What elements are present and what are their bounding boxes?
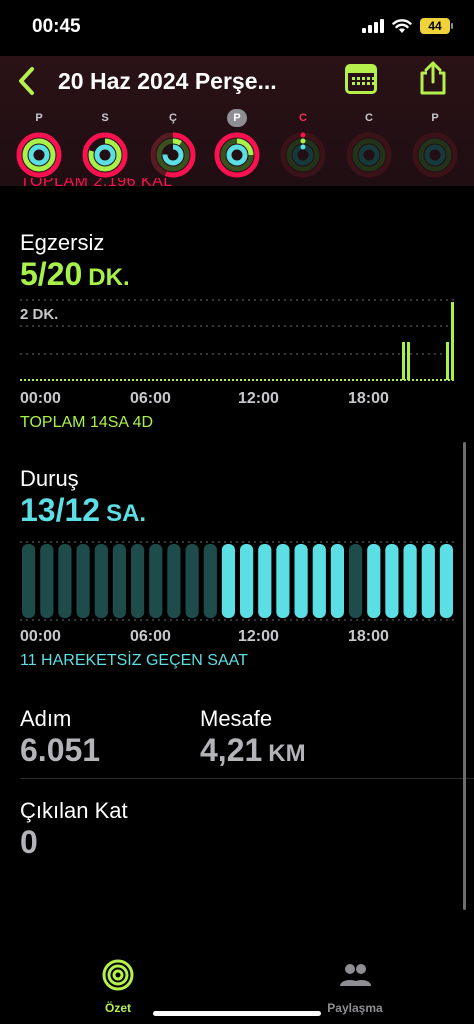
week-selector: P S Ç P C C P <box>0 108 474 186</box>
distance-value: 4,21 KM <box>200 732 306 768</box>
stand-hour-bar <box>276 544 290 618</box>
stand-note: 11 HAREKETSİZ GEÇEN SAAT <box>20 652 248 669</box>
floors-value: 0 <box>20 824 38 860</box>
floors-label: Çıkılan Kat <box>20 798 128 823</box>
activity-rings-icon <box>214 132 260 178</box>
day-2[interactable]: Ç <box>148 108 198 184</box>
activity-rings-icon <box>82 132 128 178</box>
exercise-axis: 00:00 06:00 12:00 18:00 <box>20 390 389 407</box>
activity-rings-icon <box>150 132 196 178</box>
activity-rings-icon <box>16 132 62 178</box>
activity-rings-icon <box>346 132 392 178</box>
exercise-bar <box>451 302 454 380</box>
stand-hour-bar <box>203 544 217 618</box>
day-6[interactable]: P <box>410 108 460 184</box>
home-indicator <box>153 1011 321 1016</box>
people-icon <box>340 964 371 986</box>
stand-label: Duruş <box>20 466 79 491</box>
stand-hour-bar <box>185 544 199 618</box>
stand-hour-bar <box>330 544 344 618</box>
stand-hour-bar <box>294 544 308 618</box>
stand-hour-bar <box>349 544 363 618</box>
day-3-today[interactable]: P <box>212 108 262 184</box>
status-bar: 00:45 44 <box>0 0 474 56</box>
share-icon <box>420 61 446 95</box>
stand-hour-bar <box>258 544 272 618</box>
exercise-bar <box>446 342 449 380</box>
back-button[interactable] <box>12 62 42 100</box>
chevron-left-icon <box>19 67 34 95</box>
date-header: 20 Haz 2024 Perşe... P S Ç P C C P <box>0 56 474 186</box>
activity-rings-icon <box>280 132 326 178</box>
exercise-gridline-label: 2 DK. <box>20 306 63 323</box>
stand-chart <box>20 541 456 621</box>
exercise-bar <box>402 342 405 380</box>
tab-summary[interactable]: Özet <box>58 958 178 1015</box>
wifi-icon <box>392 19 412 33</box>
scroll-indicator[interactable] <box>463 442 466 910</box>
exercise-value: 5/20 DK. <box>20 256 130 292</box>
battery-indicator: 44 <box>420 18 453 34</box>
stand-hour-bar <box>367 544 381 618</box>
stand-hour-bar <box>22 544 36 618</box>
cellular-signal-icon <box>362 19 384 33</box>
stand-axis: 00:00 06:00 12:00 18:00 <box>20 628 389 645</box>
calendar-icon <box>348 67 374 73</box>
move-total: TOPLAM 2.196 KAL <box>20 178 173 190</box>
stand-hour-bar <box>131 544 145 618</box>
day-4[interactable]: C <box>278 108 328 184</box>
share-button[interactable] <box>418 60 448 96</box>
exercise-chart <box>20 299 456 381</box>
day-1[interactable]: S <box>80 108 130 184</box>
stand-hour-bar <box>385 544 399 618</box>
day-5[interactable]: C <box>344 108 394 184</box>
stand-hour-bar <box>149 544 163 618</box>
steps-value: 6.051 <box>20 732 101 768</box>
stand-hour-bar <box>58 544 72 618</box>
stand-hour-bar <box>439 544 453 618</box>
exercise-total: TOPLAM 14SA 4D <box>20 414 154 431</box>
stand-hour-bar <box>403 544 417 618</box>
calendar-button[interactable] <box>345 64 377 94</box>
stand-hour-bar <box>240 544 254 618</box>
day-0[interactable]: P <box>14 108 64 184</box>
stand-hour-bar <box>40 544 54 618</box>
activity-rings-icon <box>412 132 458 178</box>
tab-bar: Özet Paylaşma <box>0 924 474 1024</box>
steps-label: Adım <box>20 706 72 731</box>
divider <box>20 778 474 779</box>
stand-hour-bar <box>421 544 435 618</box>
distance-label: Mesafe <box>200 706 273 731</box>
exercise-bar <box>407 342 410 380</box>
stand-hour-bar <box>94 544 108 618</box>
stand-value: 13/12 SA. <box>20 492 147 528</box>
stand-hour-bar <box>112 544 126 618</box>
tab-sharing[interactable]: Paylaşma <box>295 958 415 1015</box>
stand-hour-bar <box>312 544 326 618</box>
page-title: 20 Haz 2024 Perşe... <box>58 68 277 94</box>
rings-icon <box>102 959 134 991</box>
stand-hour-bar <box>76 544 90 618</box>
exercise-label: Egzersiz <box>20 230 105 255</box>
stand-hour-bar <box>221 544 235 618</box>
status-time: 00:45 <box>32 16 81 37</box>
status-icons: 44 <box>362 18 453 34</box>
stand-hour-bar <box>167 544 181 618</box>
